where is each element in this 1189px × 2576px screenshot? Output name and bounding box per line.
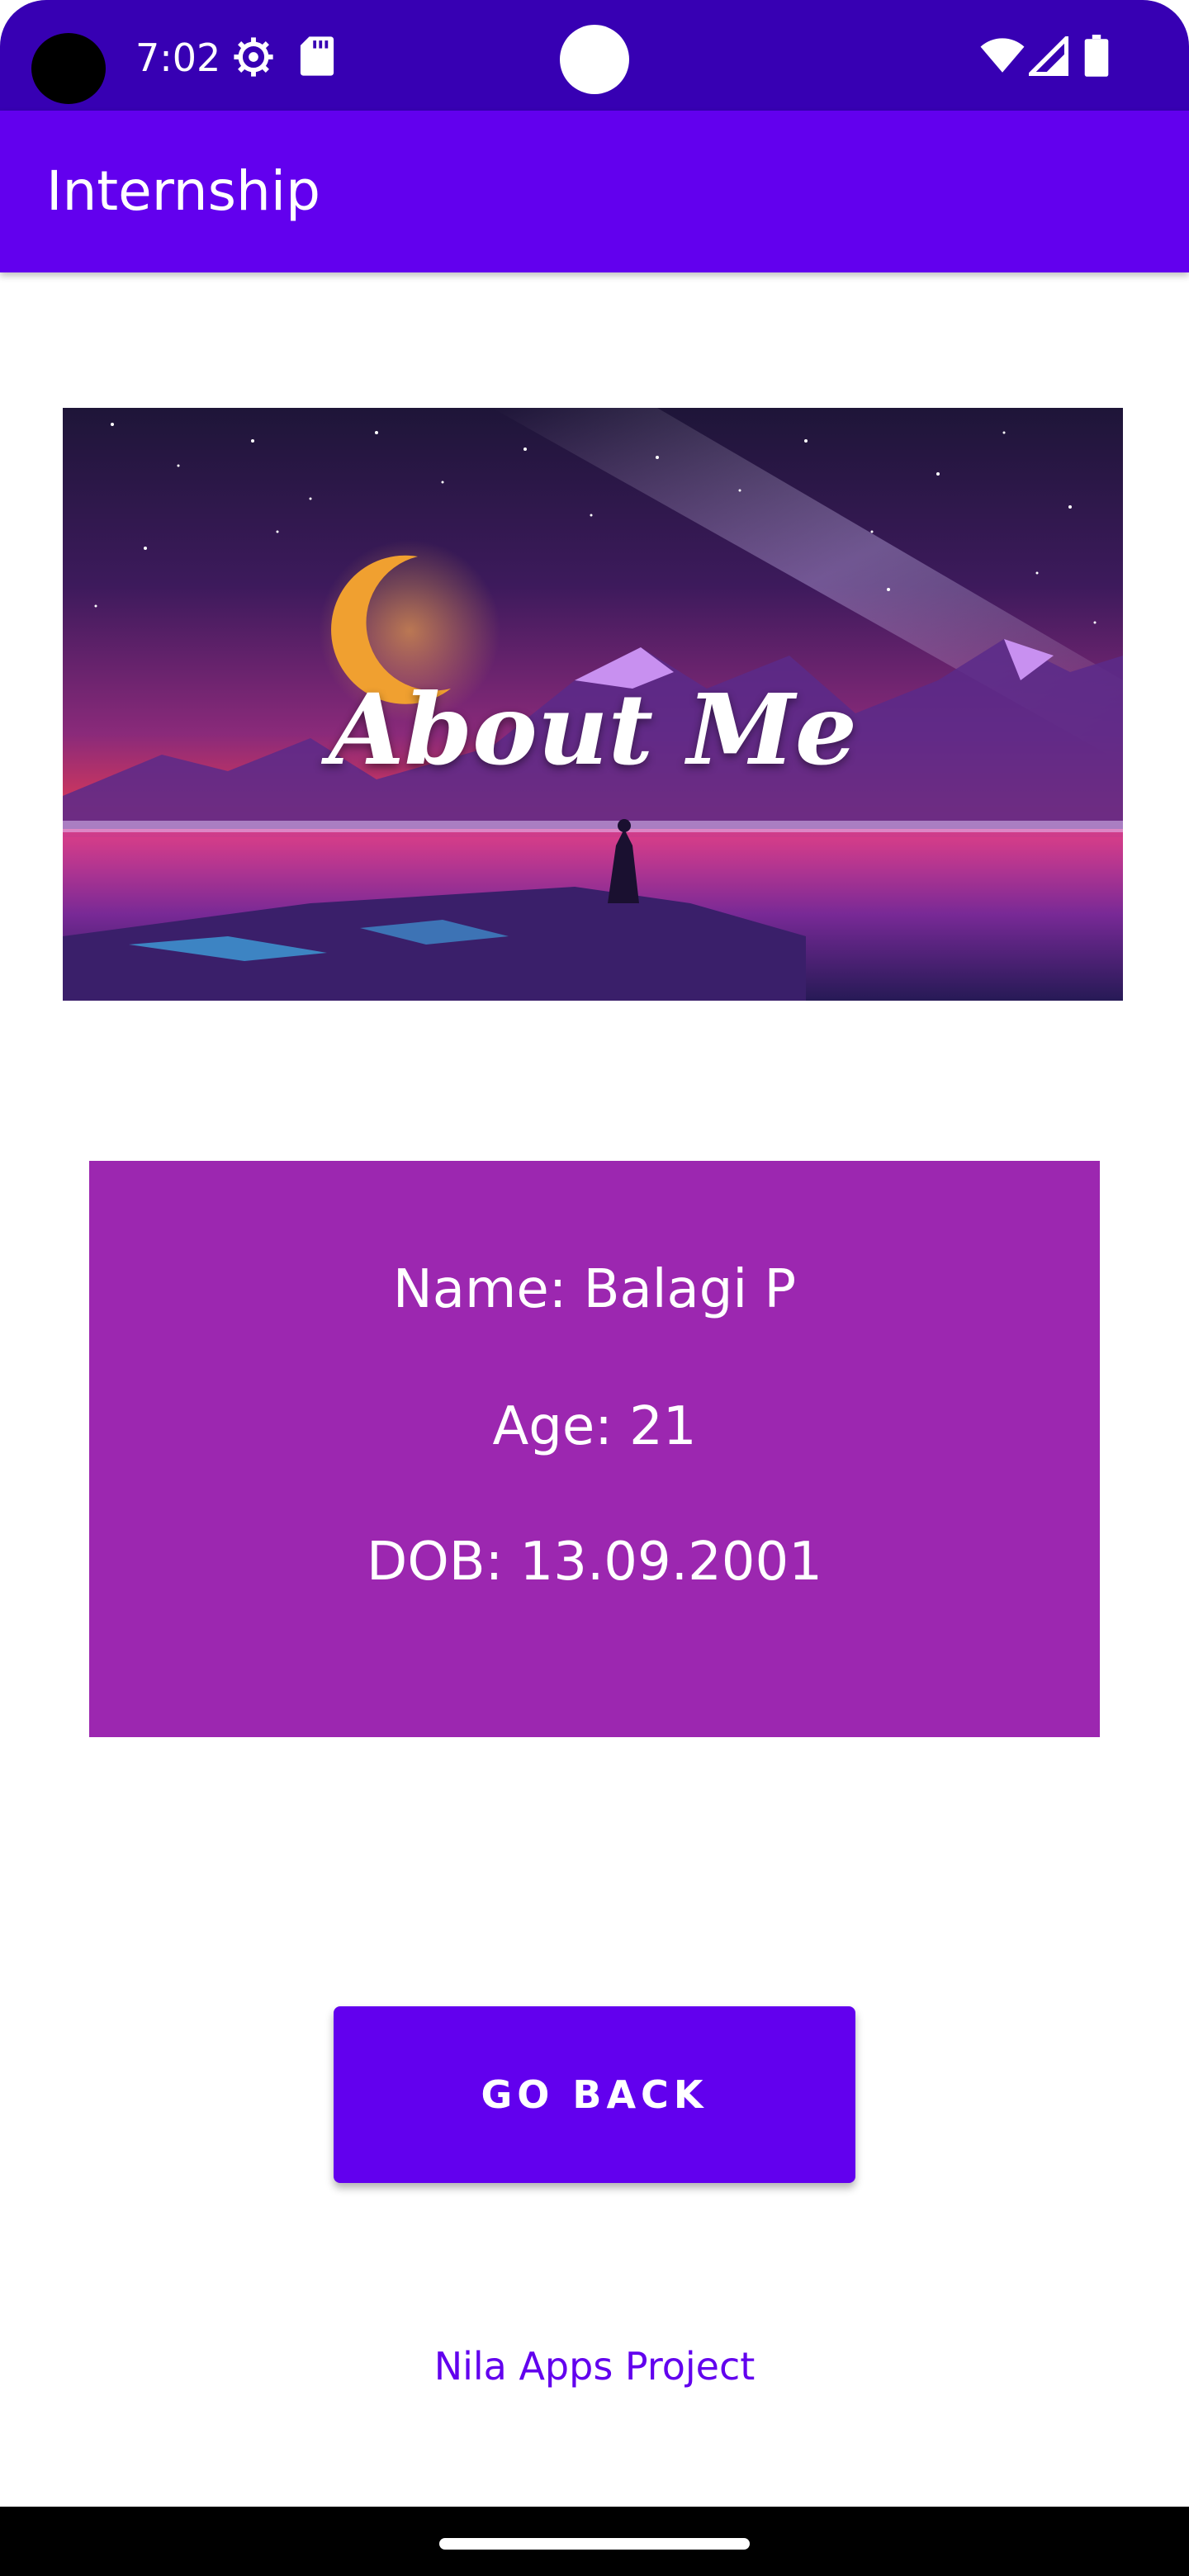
profile-info-card: Name: Balagi P Age: 21 DOB: 13.09.2001 — [89, 1161, 1100, 1737]
battery-icon — [1083, 35, 1110, 81]
go-back-button[interactable]: GO BACK — [334, 2006, 855, 2183]
footer-project-link[interactable]: Nila Apps Project — [0, 2340, 1189, 2393]
age-text: Age: 21 — [492, 1396, 697, 1457]
sd-card-icon — [299, 35, 335, 81]
navigation-bar — [0, 2507, 1189, 2576]
app-bar: Internship — [0, 111, 1189, 272]
camera-dot — [560, 25, 629, 94]
app-title: Internship — [46, 159, 321, 223]
home-gesture-handle[interactable] — [439, 2538, 750, 2550]
signal-icon — [1026, 33, 1069, 79]
dob-text: DOB: 13.09.2001 — [367, 1532, 822, 1593]
settings-gear-icon — [231, 35, 276, 83]
screen: 7:02 Internship About Me Name: Balagi P … — [0, 0, 1189, 2576]
wifi-icon — [979, 36, 1026, 78]
name-text: Name: Balagi P — [392, 1259, 797, 1320]
camera-cutout — [31, 33, 106, 104]
status-bar: 7:02 — [0, 0, 1189, 111]
banner-title: About Me — [329, 672, 857, 787]
status-time: 7:02 — [135, 36, 221, 80]
about-me-banner-image: About Me — [63, 408, 1123, 1001]
